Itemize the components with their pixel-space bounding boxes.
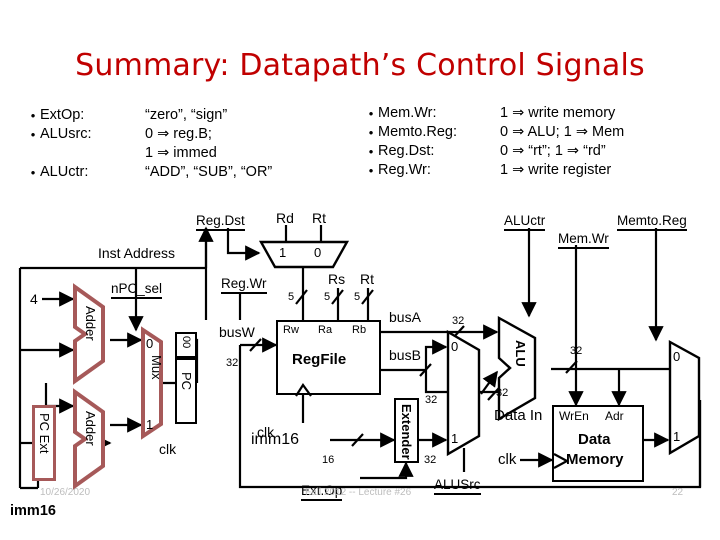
rb-port-label: Rb [352, 324, 367, 336]
slash-imm-icon [351, 433, 364, 447]
width-32-busb: 32 [425, 394, 438, 406]
control-label-npc-sel[interactable]: nPC_sel [111, 282, 163, 299]
width-32-alu: 32 [570, 345, 583, 357]
rd-label: Rd [276, 210, 294, 226]
adder-bottom-label: Adder [83, 411, 98, 446]
adder-top-label: Adder [83, 306, 98, 341]
rs-label: Rs [328, 271, 346, 287]
adr-port-label: Adr [605, 409, 624, 423]
regdst-mux-port-1: 1 [279, 245, 287, 260]
data-memory-clk-label: clk [498, 451, 517, 468]
busb-label: busB [389, 347, 421, 363]
pc-mux-port-1: 1 [146, 417, 154, 432]
footer-page-number: 22 [672, 487, 684, 498]
data-in-label: Data In [494, 407, 543, 424]
data-memory-label-1: Data [578, 431, 611, 448]
slash-busw-icon [249, 338, 262, 352]
slash-alu-icon [565, 360, 578, 374]
alusrc-mux-port-0: 0 [451, 339, 459, 354]
imm16-left-label: imm16 [10, 503, 56, 519]
extender-label: Extender [399, 404, 414, 460]
rw-port-label: Rw [283, 324, 299, 336]
slash-rb-icon [361, 289, 374, 305]
rt-top-label: Rt [312, 210, 326, 226]
alu-label: ALU [513, 340, 528, 367]
memtoreg-mux-port-1: 1 [673, 429, 681, 444]
pc-mux-port-0: 0 [146, 336, 154, 351]
slash-datain-icon [487, 387, 500, 401]
slash-rw-icon [295, 289, 308, 305]
ra-port-label: Ra [318, 324, 333, 336]
pc-ext-label: PC Ext [37, 413, 52, 454]
data-memory-label-2: Memory [566, 451, 624, 468]
slash-ra-icon [331, 289, 344, 305]
inst-address-label: Inst Address [98, 245, 176, 261]
width-32-busw: 32 [226, 357, 239, 369]
const-four-label: 4 [30, 291, 38, 307]
regdst-mux-port-0: 0 [314, 245, 322, 260]
regfile-label: RegFile [292, 351, 347, 368]
width-16-imm: 16 [322, 454, 335, 466]
pc-register-box [175, 358, 197, 424]
width-32-ext: 32 [424, 454, 437, 466]
datapath-diagram: nPC_sel Reg.Dst Reg.Wr ALUctr Mem.Wr Mem… [0, 0, 720, 540]
regdst-mux-shape [258, 240, 350, 269]
regfile-clk-triangle-icon [295, 383, 312, 397]
memtoreg-mux-port-0: 0 [673, 349, 681, 364]
slash-busb-icon [419, 363, 432, 377]
wren-port-label: WrEn [559, 409, 589, 423]
pc-register-label: PC [179, 372, 194, 391]
control-label-reg-wr[interactable]: Reg.Wr [221, 277, 267, 294]
control-label-memto-reg[interactable]: Memto.Reg [617, 214, 687, 231]
pc-const-label: 00 [180, 336, 192, 349]
footer-course: Fall 2012 -- Lecture #26 [305, 487, 412, 498]
control-label-reg-dst[interactable]: Reg.Dst [196, 214, 245, 231]
alusrc-mux-port-1: 1 [451, 431, 459, 446]
pc-mux-label: Mux [149, 355, 164, 380]
pc-clk-label: clk [159, 441, 177, 457]
control-label-alu-src[interactable]: ALUSrc [434, 478, 481, 495]
data-memory-clk-triangle-icon [553, 453, 570, 469]
footer-date: 10/26/2020 [40, 487, 91, 498]
imm16-input-label: imm16 [251, 431, 300, 448]
busa-label: busA [389, 309, 421, 325]
control-label-mem-wr[interactable]: Mem.Wr [558, 232, 609, 249]
control-label-alu-ctr[interactable]: ALUctr [504, 214, 546, 231]
rt-mid-label: Rt [360, 271, 374, 287]
